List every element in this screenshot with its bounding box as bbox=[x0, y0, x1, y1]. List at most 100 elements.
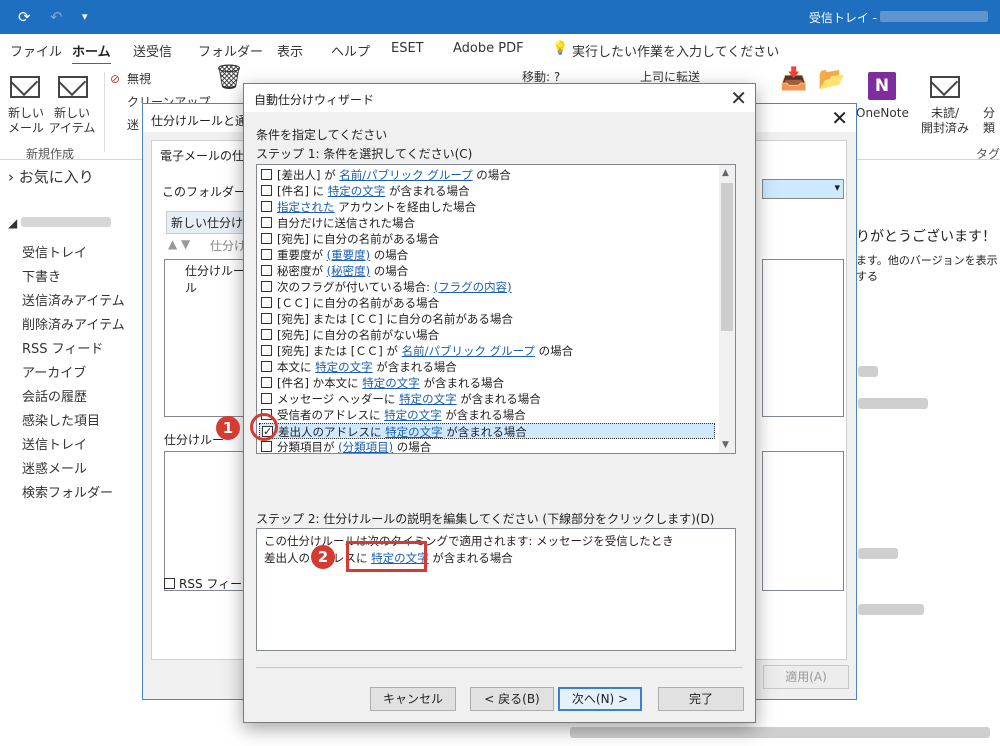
condition-checkbox[interactable] bbox=[261, 393, 272, 404]
cancel-button[interactable]: キャンセル bbox=[370, 687, 456, 711]
condition-row[interactable]: [件名] に 特定の文字 が含まれる場合 bbox=[261, 183, 717, 199]
condition-row[interactable]: [宛先] または [ＣＣ] に自分の名前がある場合 bbox=[261, 311, 717, 327]
tab-folder[interactable]: フォルダー bbox=[198, 41, 263, 60]
new-mail-button[interactable]: 新しい メール bbox=[4, 106, 48, 136]
categorize-button[interactable]: 分類 bbox=[978, 106, 1000, 136]
tab-file[interactable]: ファイル bbox=[10, 41, 62, 60]
ignore-button[interactable]: 無視 bbox=[127, 72, 151, 87]
new-rule-button[interactable]: 新しい仕分け bbox=[166, 211, 249, 234]
condition-checkbox[interactable] bbox=[261, 169, 272, 180]
tab-help[interactable]: ヘルプ bbox=[331, 41, 370, 60]
condition-row[interactable]: 重要度が (重要度) の場合 bbox=[261, 247, 717, 263]
wizard-close-icon[interactable]: ✕ bbox=[730, 86, 747, 110]
onenote-button[interactable]: OneNote bbox=[856, 106, 909, 121]
condition-checkbox[interactable] bbox=[261, 361, 272, 372]
rules-icon[interactable]: 📂 bbox=[818, 69, 845, 91]
condition-checkbox[interactable] bbox=[261, 377, 272, 388]
apply-button[interactable]: 適用(A) bbox=[763, 665, 849, 689]
back-button[interactable]: < 戻る(B) bbox=[470, 687, 554, 711]
condition-link[interactable]: 名前/パブリック グループ bbox=[339, 168, 472, 182]
condition-link[interactable]: 特定の文字 bbox=[328, 184, 386, 198]
condition-link[interactable]: 特定の文字 bbox=[362, 376, 420, 390]
nav-deleted-items[interactable]: 削除済みアイテム bbox=[22, 314, 125, 333]
scroll-down-icon[interactable]: ▼ bbox=[722, 440, 729, 450]
condition-checkbox[interactable] bbox=[261, 249, 272, 260]
nav-conversation-history[interactable]: 会話の履歴 bbox=[22, 386, 87, 405]
condition-row[interactable]: 受信者のアドレスに 特定の文字 が含まれる場合 bbox=[261, 407, 717, 423]
condition-row[interactable]: [宛先] に自分の名前がない場合 bbox=[261, 327, 717, 343]
condition-link[interactable]: (秘密度) bbox=[327, 264, 370, 278]
tab-home[interactable]: ホーム bbox=[72, 41, 111, 66]
favorites-header[interactable]: › お気に入り bbox=[8, 166, 94, 187]
onenote-icon[interactable]: N bbox=[868, 72, 896, 100]
new-items-icon[interactable] bbox=[58, 76, 88, 98]
condition-row[interactable]: メッセージ ヘッダーに 特定の文字 が含まれる場合 bbox=[261, 391, 717, 407]
unread-read-icon[interactable] bbox=[930, 76, 960, 98]
condition-link[interactable]: (フラグの内容) bbox=[434, 280, 512, 294]
condition-row[interactable]: 差出人のアドレスに 特定の文字 が含まれる場合 bbox=[259, 423, 715, 440]
condition-link[interactable]: (分類項目) bbox=[338, 440, 393, 453]
tab-send-receive[interactable]: 送受信 bbox=[133, 41, 172, 60]
conditions-list[interactable]: [差出人] が 名前/パブリック グループ の場合 [件名] に 特定の文字 が含… bbox=[256, 164, 736, 454]
col-rule-header[interactable]: 仕分けルール bbox=[185, 262, 245, 296]
rules-close-icon[interactable]: ✕ bbox=[831, 106, 848, 130]
nav-inbox[interactable]: 受信トレイ bbox=[22, 242, 87, 261]
condition-row[interactable]: [宛先] または [ＣＣ] が 名前/パブリック グループ の場合 bbox=[261, 343, 717, 359]
condition-row[interactable]: 分類項目が (分類項目) の場合 bbox=[261, 439, 717, 453]
tab-view[interactable]: 表示 bbox=[277, 41, 303, 60]
condition-link[interactable]: 特定の文字 bbox=[384, 408, 442, 422]
nav-infected-items[interactable]: 感染した項目 bbox=[22, 410, 100, 429]
condition-row[interactable]: 指定された アカウントを経由した場合 bbox=[261, 199, 717, 215]
nav-drafts[interactable]: 下書き bbox=[22, 266, 61, 285]
condition-row[interactable]: [差出人] が 名前/パブリック グループ の場合 bbox=[261, 167, 717, 183]
nav-sent-items[interactable]: 送信済みアイテム bbox=[22, 290, 125, 309]
customize-qat-icon[interactable]: ▾ bbox=[82, 10, 88, 23]
nav-archive[interactable]: アーカイブ bbox=[22, 362, 86, 381]
new-mail-icon[interactable] bbox=[10, 76, 40, 98]
condition-link[interactable]: 指定された bbox=[277, 200, 335, 214]
tab-email-rules[interactable]: 電子メールの仕分 bbox=[160, 147, 256, 164]
condition-row[interactable]: 次のフラグが付いている場合: (フラグの内容) bbox=[261, 279, 717, 295]
nav-outbox[interactable]: 送信トレイ bbox=[22, 434, 87, 453]
folder-select[interactable]: ▾ bbox=[762, 179, 844, 199]
condition-checkbox[interactable] bbox=[261, 329, 272, 340]
finish-button[interactable]: 完了 bbox=[658, 687, 744, 711]
condition-link[interactable]: 名前/パブリック グループ bbox=[402, 344, 535, 358]
condition-checkbox[interactable] bbox=[261, 441, 272, 452]
account-header[interactable]: ◢ bbox=[8, 216, 112, 230]
condition-row[interactable]: [件名] か本文に 特定の文字 が含まれる場合 bbox=[261, 375, 717, 391]
next-button[interactable]: 次へ(N) > bbox=[558, 687, 642, 711]
move-icon[interactable]: 📥 bbox=[780, 69, 807, 91]
sync-icon[interactable]: ⟳ bbox=[18, 8, 31, 26]
condition-checkbox[interactable] bbox=[261, 217, 272, 228]
condition-link[interactable]: 特定の文字 bbox=[385, 425, 443, 439]
scroll-thumb[interactable] bbox=[721, 183, 733, 331]
nav-junk-email[interactable]: 迷惑メール bbox=[22, 458, 87, 477]
conditions-scrollbar[interactable]: ▲ ▼ bbox=[719, 165, 735, 453]
junk-button[interactable]: 迷 bbox=[127, 118, 139, 133]
condition-checkbox[interactable] bbox=[261, 313, 272, 324]
condition-row[interactable]: 本文に 特定の文字 が含まれる場合 bbox=[261, 359, 717, 375]
nav-rss-feeds[interactable]: RSS フィード bbox=[22, 338, 103, 357]
new-items-button[interactable]: 新しい アイテム bbox=[46, 106, 98, 136]
tell-me-search[interactable]: 実行したい作業を入力してください bbox=[572, 41, 779, 60]
condition-checkbox[interactable] bbox=[261, 233, 272, 244]
nav-search-folders[interactable]: 検索フォルダー bbox=[22, 482, 113, 501]
condition-link[interactable]: 特定の文字 bbox=[315, 360, 373, 374]
condition-row[interactable]: 秘密度が (秘密度) の場合 bbox=[261, 263, 717, 279]
condition-row[interactable]: [ＣＣ] に自分の名前がある場合 bbox=[261, 295, 717, 311]
rules-list[interactable]: 仕分けルール bbox=[164, 259, 246, 417]
condition-link[interactable]: 特定の文字 bbox=[399, 392, 457, 406]
delete-icon[interactable]: 🗑 bbox=[214, 65, 244, 89]
unread-read-button[interactable]: 未読/ 開封済み bbox=[918, 106, 972, 136]
undo-icon[interactable]: ↶ bbox=[50, 8, 63, 26]
condition-row[interactable]: 自分だけに送信された場合 bbox=[261, 215, 717, 231]
condition-checkbox[interactable] bbox=[261, 281, 272, 292]
condition-checkbox[interactable] bbox=[261, 185, 272, 196]
condition-checkbox[interactable] bbox=[261, 201, 272, 212]
scroll-up-icon[interactable]: ▲ bbox=[722, 168, 729, 178]
tab-eset[interactable]: ESET bbox=[391, 41, 424, 56]
condition-checkbox[interactable] bbox=[261, 345, 272, 356]
condition-row[interactable]: [宛先] に自分の名前がある場合 bbox=[261, 231, 717, 247]
condition-checkbox[interactable] bbox=[261, 297, 272, 308]
